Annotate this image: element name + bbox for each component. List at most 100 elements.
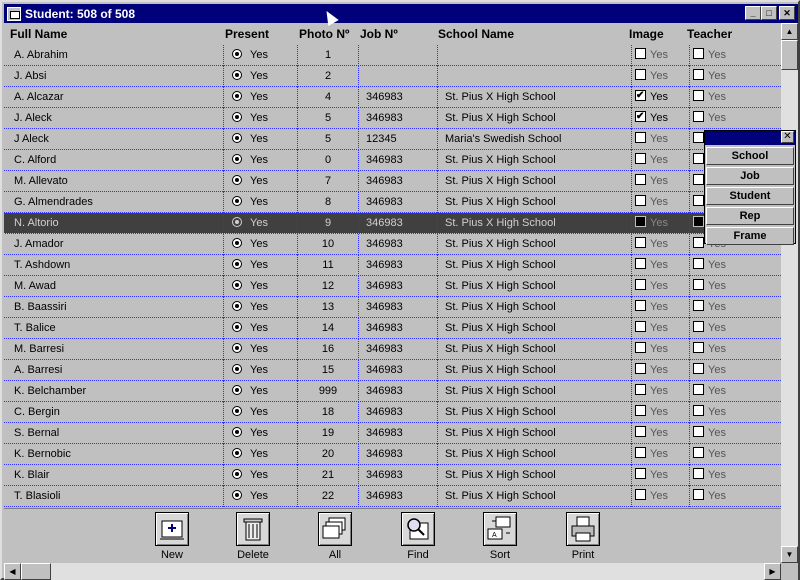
teacher-checkbox[interactable]: [693, 48, 704, 59]
present-cell[interactable]: Yes: [232, 150, 268, 171]
school-name-cell[interactable]: St. Pius X High School: [445, 213, 556, 234]
present-radio[interactable]: [232, 322, 242, 332]
image-checkbox[interactable]: [635, 90, 646, 101]
teacher-cell[interactable]: Yes: [693, 360, 726, 381]
job-no-cell[interactable]: 346983: [366, 444, 403, 465]
teacher-checkbox[interactable]: [693, 153, 704, 164]
close-button[interactable]: ✕: [779, 6, 795, 20]
present-cell[interactable]: Yes: [232, 360, 268, 381]
school-name-cell[interactable]: St. Pius X High School: [445, 465, 556, 486]
photo-no-cell[interactable]: 21: [298, 465, 358, 486]
image-cell[interactable]: Yes: [635, 255, 668, 276]
header-present[interactable]: Present: [225, 27, 269, 41]
present-radio[interactable]: [232, 301, 242, 311]
popup-school-button[interactable]: School: [706, 147, 794, 165]
image-cell[interactable]: Yes: [635, 423, 668, 444]
photo-no-cell[interactable]: 20: [298, 444, 358, 465]
find-tool[interactable]: Find: [388, 512, 448, 561]
present-radio[interactable]: [232, 343, 242, 353]
present-radio[interactable]: [232, 217, 242, 227]
school-name-cell[interactable]: St. Pius X High School: [445, 87, 556, 108]
teacher-checkbox[interactable]: [693, 258, 704, 269]
image-cell[interactable]: Yes: [635, 444, 668, 465]
present-cell[interactable]: Yes: [232, 486, 268, 507]
present-radio[interactable]: [232, 196, 242, 206]
table-row[interactable]: T. Balice Yes 14 346983 St. Pius X High Scho…: [4, 318, 781, 339]
scroll-up-button[interactable]: ▲: [781, 23, 798, 40]
all-tool[interactable]: All: [305, 512, 365, 561]
photo-no-cell[interactable]: 7: [298, 171, 358, 192]
image-cell[interactable]: Yes: [635, 276, 668, 297]
table-row[interactable]: K. Bernobic Yes 20 346983 St. Pius X High Sc…: [4, 444, 781, 465]
present-cell[interactable]: Yes: [232, 213, 268, 234]
present-cell[interactable]: Yes: [232, 129, 268, 150]
school-name-cell[interactable]: St. Pius X High School: [445, 423, 556, 444]
table-row[interactable]: C. Bergin Yes 18 346983 St. Pius X High Scho…: [4, 402, 781, 423]
present-radio[interactable]: [232, 280, 242, 290]
image-checkbox[interactable]: [635, 405, 646, 416]
present-cell[interactable]: Yes: [232, 402, 268, 423]
photo-no-cell[interactable]: 10: [298, 234, 358, 255]
table-row[interactable]: B. Baassiri Yes 13 346983 St. Pius X High Sc…: [4, 297, 781, 318]
image-checkbox[interactable]: [635, 384, 646, 395]
full-name-cell[interactable]: S. Bernal: [14, 423, 59, 444]
image-checkbox[interactable]: [635, 363, 646, 374]
vertical-scroll-thumb[interactable]: [781, 40, 798, 70]
job-no-cell[interactable]: 346983: [366, 381, 403, 402]
image-checkbox[interactable]: [635, 321, 646, 332]
teacher-checkbox[interactable]: [693, 363, 704, 374]
popup-frame-button[interactable]: Frame: [706, 227, 794, 245]
title-bar[interactable]: Student: 508 of 508 _ □ ✕: [4, 4, 798, 23]
present-cell[interactable]: Yes: [232, 255, 268, 276]
table-row[interactable]: M. Awad Yes 12 346983 St. Pius X High School…: [4, 276, 781, 297]
present-cell[interactable]: Yes: [232, 444, 268, 465]
image-checkbox[interactable]: [635, 216, 646, 227]
image-checkbox[interactable]: [635, 468, 646, 479]
teacher-cell[interactable]: Yes: [693, 255, 726, 276]
present-radio[interactable]: [232, 133, 242, 143]
job-no-cell[interactable]: 346983: [366, 360, 403, 381]
school-name-cell[interactable]: St. Pius X High School: [445, 318, 556, 339]
school-name-cell[interactable]: St. Pius X High School: [445, 150, 556, 171]
teacher-checkbox[interactable]: [693, 279, 704, 290]
teacher-checkbox[interactable]: [693, 384, 704, 395]
image-checkbox[interactable]: [635, 426, 646, 437]
table-row[interactable]: T. Ashdown Yes 11 346983 St. Pius X High Sch…: [4, 255, 781, 276]
image-checkbox[interactable]: [635, 342, 646, 353]
full-name-cell[interactable]: K. Blair: [14, 465, 49, 486]
job-no-cell[interactable]: 346983: [366, 297, 403, 318]
image-cell[interactable]: Yes: [635, 192, 668, 213]
present-cell[interactable]: Yes: [232, 45, 268, 66]
present-radio[interactable]: [232, 91, 242, 101]
teacher-cell[interactable]: Yes: [693, 318, 726, 339]
popup-title-bar[interactable]: ✕: [705, 131, 795, 145]
image-checkbox[interactable]: [635, 279, 646, 290]
vertical-scrollbar[interactable]: ▲ ▼: [781, 23, 798, 563]
teacher-checkbox[interactable]: [693, 111, 704, 122]
image-cell[interactable]: Yes: [635, 108, 668, 129]
present-radio[interactable]: [232, 406, 242, 416]
image-checkbox[interactable]: [635, 258, 646, 269]
present-radio[interactable]: [232, 469, 242, 479]
job-no-cell[interactable]: 346983: [366, 402, 403, 423]
present-cell[interactable]: Yes: [232, 171, 268, 192]
present-radio[interactable]: [232, 427, 242, 437]
table-row[interactable]: N. Altorio Yes 9 346983 St. Pius X High Scho…: [4, 213, 781, 234]
full-name-cell[interactable]: G. Almendrades: [14, 192, 93, 213]
teacher-checkbox[interactable]: [693, 468, 704, 479]
teacher-cell[interactable]: Yes: [693, 45, 726, 66]
table-row[interactable]: A. Barresi Yes 15 346983 St. Pius X High Sch…: [4, 360, 781, 381]
photo-no-cell[interactable]: 11: [298, 255, 358, 276]
table-row[interactable]: A. Abrahim Yes 1 Yes Yes: [4, 45, 781, 66]
teacher-cell[interactable]: Yes: [693, 87, 726, 108]
table-row[interactable]: G. Almendrades Yes 8 346983 St. Pius X High …: [4, 192, 781, 213]
job-no-cell[interactable]: 346983: [366, 423, 403, 444]
job-no-cell[interactable]: 346983: [366, 192, 403, 213]
full-name-cell[interactable]: K. Belchamber: [14, 381, 86, 402]
present-radio[interactable]: [232, 49, 242, 59]
present-radio[interactable]: [232, 70, 242, 80]
header-image[interactable]: Image: [629, 27, 664, 41]
school-name-cell[interactable]: St. Pius X High School: [445, 339, 556, 360]
header-job-no[interactable]: Job Nº: [360, 27, 398, 41]
header-photo-no[interactable]: Photo Nº: [299, 27, 349, 41]
